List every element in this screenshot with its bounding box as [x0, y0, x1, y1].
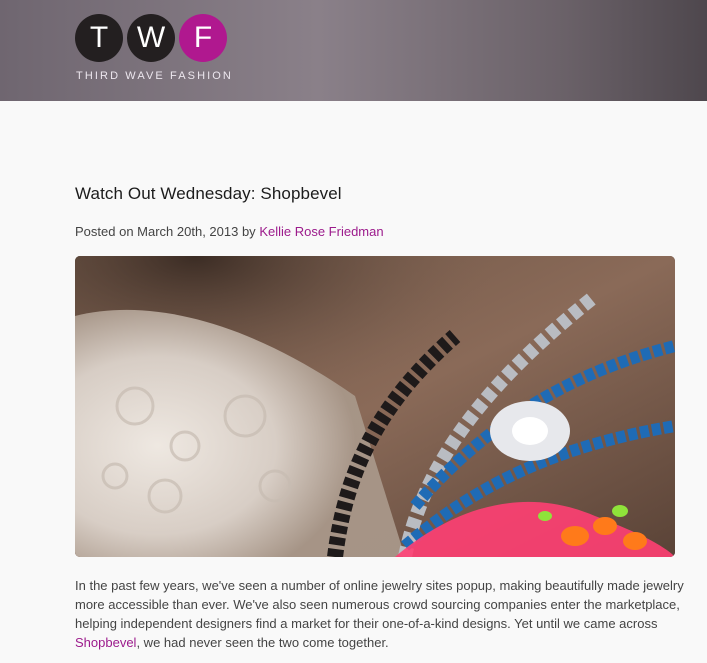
logo-letter-f: F [179, 14, 227, 62]
body-text-end: , we had never seen the two come togethe… [136, 635, 389, 650]
body-text-start: In the past few years, we've seen a numb… [75, 578, 684, 631]
site-logo[interactable]: T W F THIRD WAVE FASHION [75, 14, 235, 84]
shopbevel-link[interactable]: Shopbevel [75, 635, 136, 650]
post-meta: Posted on March 20th, 2013 by Kellie Ros… [75, 224, 384, 239]
hero-image [75, 256, 675, 557]
post-body: In the past few years, we've seen a numb… [75, 576, 685, 652]
post-date-text: Posted on March 20th, 2013 by [75, 224, 256, 239]
jewelry-necklace-photo-icon [75, 256, 675, 557]
post-title[interactable]: Watch Out Wednesday: Shopbevel [75, 184, 342, 204]
logo-tagline: THIRD WAVE FASHION [76, 70, 233, 82]
logo-letter-t: T [75, 14, 123, 62]
author-link[interactable]: Kellie Rose Friedman [259, 224, 383, 239]
logo-letter-w: W [127, 14, 175, 62]
site-header: T W F THIRD WAVE FASHION [0, 0, 707, 101]
